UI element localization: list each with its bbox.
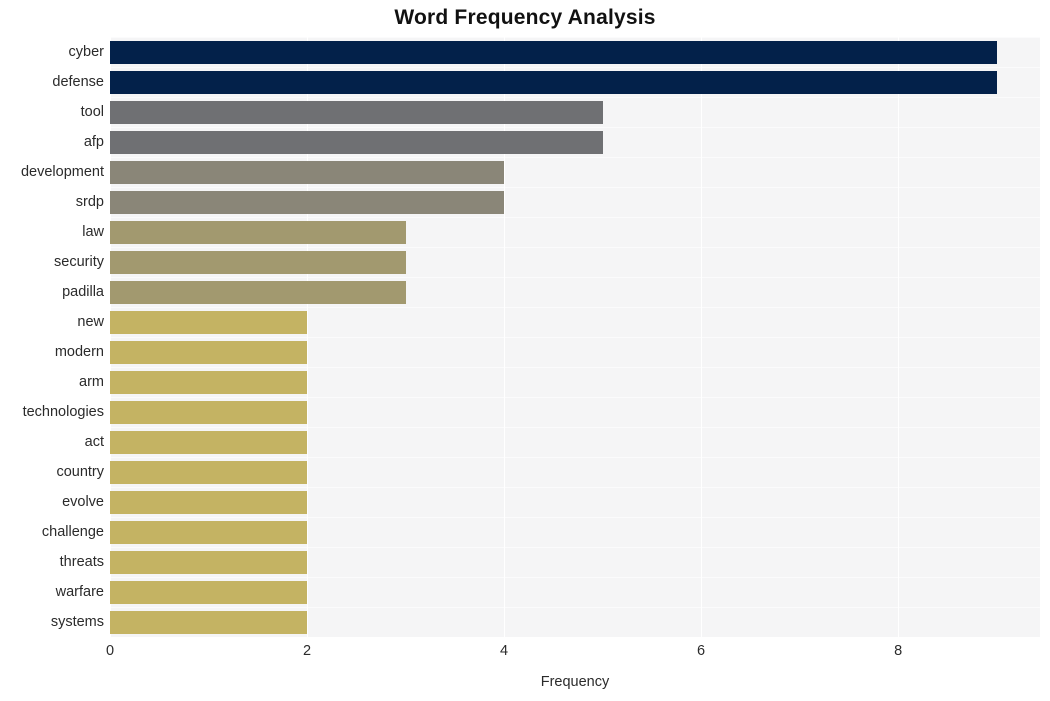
y-axis-tick-label: law xyxy=(82,224,104,240)
bar xyxy=(110,310,308,334)
y-axis-labels: cyber defense tool afp development srdp law sec… xyxy=(0,37,104,637)
vertical-gridline xyxy=(110,37,111,637)
y-axis-tick-label: development xyxy=(20,164,104,180)
bar xyxy=(110,250,406,274)
bar xyxy=(110,520,308,544)
y-axis-tick-label: defense xyxy=(52,74,104,90)
bar xyxy=(110,610,308,634)
horizontal-gridline xyxy=(110,577,1040,578)
y-axis-tick-label: systems xyxy=(50,614,104,630)
horizontal-gridline xyxy=(110,607,1040,608)
bar xyxy=(110,100,603,124)
horizontal-gridline xyxy=(110,337,1040,338)
chart-figure: Word Frequency Analysis cyber defense tool… xyxy=(0,0,1050,701)
bar xyxy=(110,280,406,304)
bar xyxy=(110,490,308,514)
bar xyxy=(110,550,308,574)
horizontal-gridline xyxy=(110,517,1040,518)
horizontal-gridline xyxy=(110,457,1040,458)
y-axis-tick-label: threats xyxy=(59,554,104,570)
y-axis-tick-label: cyber xyxy=(68,44,104,60)
y-axis-tick-label: evolve xyxy=(62,494,104,510)
bar xyxy=(110,430,308,454)
y-axis-tick-label: technologies xyxy=(22,404,104,420)
chart-title: Word Frequency Analysis xyxy=(394,6,656,29)
y-axis-tick-label: afp xyxy=(83,134,104,150)
x-axis-tick-label: 0 xyxy=(105,643,115,659)
horizontal-gridline xyxy=(110,67,1040,68)
horizontal-gridline xyxy=(110,277,1040,278)
horizontal-gridline xyxy=(110,397,1040,398)
vertical-gridline xyxy=(307,37,309,637)
x-axis-tick-label: 8 xyxy=(894,643,903,659)
y-axis-tick-label: srdp xyxy=(75,194,104,210)
horizontal-gridline xyxy=(110,427,1040,428)
horizontal-gridline xyxy=(110,157,1040,158)
y-axis-tick-label: act xyxy=(84,434,104,450)
y-axis-tick-label: new xyxy=(77,314,104,330)
horizontal-gridline xyxy=(110,367,1040,368)
bar xyxy=(110,580,308,604)
y-axis-tick-label: padilla xyxy=(62,284,104,300)
horizontal-gridline xyxy=(110,307,1040,308)
y-axis-tick-label: modern xyxy=(54,344,104,360)
x-axis-tick-label: 2 xyxy=(302,643,312,659)
bar xyxy=(110,460,308,484)
y-axis-tick-label: arm xyxy=(79,374,104,390)
vertical-gridline xyxy=(701,37,703,637)
bar xyxy=(110,400,308,424)
bar xyxy=(110,340,308,364)
horizontal-gridline xyxy=(110,247,1040,248)
horizontal-gridline xyxy=(110,217,1040,218)
y-axis-tick-label: country xyxy=(56,464,104,480)
plot-area xyxy=(110,37,1040,637)
y-axis-tick-label: security xyxy=(54,254,104,270)
bar xyxy=(110,160,505,184)
vertical-gridline xyxy=(898,37,900,637)
x-axis-tick-label: 6 xyxy=(697,643,706,659)
y-axis-tick-label: tool xyxy=(80,104,104,120)
x-axis-tick-label: 4 xyxy=(500,643,509,659)
horizontal-gridline xyxy=(110,97,1040,98)
bar xyxy=(110,70,997,94)
bar xyxy=(110,40,997,64)
horizontal-gridline xyxy=(110,547,1040,548)
bar xyxy=(110,370,308,394)
vertical-gridline xyxy=(504,37,506,637)
bar xyxy=(110,190,505,214)
y-axis-tick-label: warfare xyxy=(55,584,104,600)
bar xyxy=(110,130,603,154)
x-axis-ticks: 0 2 4 6 8 xyxy=(0,643,1050,667)
y-axis-tick-label: challenge xyxy=(41,524,104,540)
horizontal-gridline xyxy=(110,37,1040,38)
x-axis-title: Frequency xyxy=(540,674,610,690)
horizontal-gridline xyxy=(110,127,1040,128)
bar xyxy=(110,220,406,244)
horizontal-gridline xyxy=(110,487,1040,488)
horizontal-gridline xyxy=(110,187,1040,188)
